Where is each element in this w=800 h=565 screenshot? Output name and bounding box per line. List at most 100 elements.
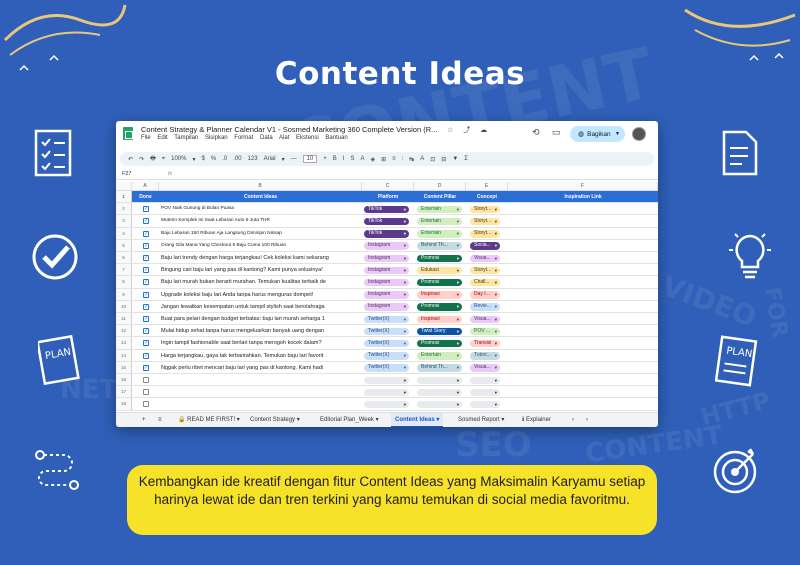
toolbar-right-item-11[interactable]: ⊡ <box>430 156 435 163</box>
concept-chip[interactable] <box>470 377 500 385</box>
toolbar-right-item-10[interactable]: A <box>420 156 424 162</box>
toolbar-item-2[interactable]: 🖶 <box>150 154 156 164</box>
done-checkbox[interactable]: ✓ <box>143 340 149 346</box>
platform-chip[interactable]: Instagram <box>364 242 409 250</box>
toolbar-right-item-8[interactable]: ⫶ <box>402 156 404 163</box>
done-checkbox[interactable]: ✓ <box>143 218 149 224</box>
toolbar-right-item-13[interactable]: ▼ <box>452 156 458 162</box>
concept-chip[interactable]: Tutori... <box>470 352 500 360</box>
platform-chip[interactable]: Twitter(X) <box>364 316 409 324</box>
content-pillar-chip[interactable] <box>417 389 462 397</box>
content-pillar-chip[interactable]: Promosi <box>417 340 462 348</box>
sheet-tab-4[interactable]: Editorial Plan_Week ▾ <box>316 413 383 427</box>
content-pillar-chip[interactable] <box>417 401 462 409</box>
platform-chip[interactable] <box>364 401 409 409</box>
history-icon[interactable]: ⟲ <box>532 127 540 138</box>
done-checkbox[interactable]: ✓ <box>143 328 149 334</box>
platform-chip[interactable]: TikTok <box>364 230 409 238</box>
toolbar-item-9[interactable]: .00 <box>233 156 241 162</box>
sheet-tab-2[interactable]: 🔒 READ ME FIRST! ▾ <box>174 413 244 427</box>
toolbar-item-13[interactable]: — <box>291 156 297 162</box>
content-idea-cell[interactable] <box>159 374 360 385</box>
menu-tools[interactable]: Alat <box>279 135 289 141</box>
content-idea-cell[interactable]: Nggak perlu ribet mencari baju lari yang… <box>159 362 360 373</box>
column-header-d[interactable]: D <box>414 182 466 191</box>
content-pillar-chip[interactable]: Behind Th... <box>417 242 462 250</box>
content-idea-cell[interactable]: Orang Gila Mana Yang Checkout 5 Baju Cum… <box>159 240 360 251</box>
toolbar-item-11[interactable]: Arial <box>264 156 276 162</box>
menu-help[interactable]: Bantuan <box>325 135 347 141</box>
done-checkbox[interactable]: ✓ <box>143 292 149 298</box>
concept-chip[interactable]: Visua... <box>470 255 500 263</box>
concept-chip[interactable] <box>470 401 500 409</box>
share-button[interactable]: ◍ Bagikan ▼ <box>570 126 625 142</box>
content-pillar-chip[interactable]: Promosi <box>417 303 462 311</box>
sheet-tab-7[interactable]: ℹ Explainer <box>518 413 555 427</box>
toolbar-right-item-3[interactable]: S <box>350 156 354 162</box>
toolbar-right-item-0[interactable]: + <box>323 156 327 162</box>
content-pillar-chip[interactable]: Promosi <box>417 255 462 263</box>
done-checkbox[interactable]: ✓ <box>143 255 149 261</box>
concept-chip[interactable]: Storyt... <box>470 218 500 226</box>
toolbar-right-item-2[interactable]: I <box>343 156 345 162</box>
concept-chip[interactable]: Visua... <box>470 364 500 372</box>
menu-extensions[interactable]: Ekstensi <box>296 135 319 141</box>
content-pillar-chip[interactable]: Edukasi <box>417 267 462 275</box>
column-header-c[interactable]: C <box>362 182 414 191</box>
done-checkbox[interactable] <box>143 377 149 383</box>
content-idea-cell[interactable]: Baju Lebaran 150 Ribuan Aja Langsung Dim… <box>159 228 360 239</box>
toolbar-item-0[interactable]: ↶ <box>128 156 133 163</box>
toolbar-item-4[interactable]: 100% <box>171 156 186 162</box>
done-checkbox[interactable]: ✓ <box>143 231 149 237</box>
toolbar-item-10[interactable]: 123 <box>248 156 258 162</box>
done-checkbox[interactable]: ✓ <box>143 279 149 285</box>
sheet-tab-6[interactable]: Sosmed Report ▾ <box>454 413 508 427</box>
sheet-tab-0[interactable]: + <box>138 413 150 427</box>
menu-data[interactable]: Data <box>260 135 273 141</box>
column-header-b[interactable]: B <box>159 182 362 191</box>
toolbar-item-6[interactable]: $ <box>202 156 205 162</box>
chevron-down-icon[interactable]: ▼ <box>615 131 620 137</box>
content-pillar-chip[interactable]: Inspirasi <box>417 316 462 324</box>
platform-chip[interactable]: Instagram <box>364 267 409 275</box>
toolbar-right-item-1[interactable]: B <box>333 156 337 162</box>
sheet-tab-5[interactable]: Content Ideas ▾ <box>391 413 443 427</box>
concept-chip[interactable]: Socia... <box>470 242 500 250</box>
platform-chip[interactable]: Twitter(X) <box>364 340 409 348</box>
concept-chip[interactable]: Visua... <box>470 316 500 324</box>
content-pillar-chip[interactable]: Entertain <box>417 230 462 238</box>
toolbar-item-3[interactable]: ⌖ <box>162 156 165 163</box>
toolbar-right-item-12[interactable]: ⊟ <box>441 156 446 163</box>
sheet-tab-1[interactable]: ≡ <box>154 413 166 427</box>
content-pillar-chip[interactable]: Promosi <box>417 279 462 287</box>
content-pillar-chip[interactable]: Inspirasi <box>417 291 462 299</box>
sheets-logo-icon[interactable] <box>123 127 133 140</box>
platform-chip[interactable]: Twitter(X) <box>364 328 409 336</box>
done-checkbox[interactable] <box>143 401 149 407</box>
content-idea-cell[interactable] <box>159 386 360 397</box>
content-idea-cell[interactable]: POV Naik Gunung di Bulan Puasa <box>159 203 360 214</box>
platform-chip[interactable]: Instagram <box>364 279 409 287</box>
sheet-tab-8[interactable]: ‹ <box>568 413 578 427</box>
sheet-tab-9[interactable]: › <box>582 413 592 427</box>
platform-chip[interactable]: Instagram <box>364 291 409 299</box>
platform-chip[interactable] <box>364 377 409 385</box>
toolbar-right-item-14[interactable]: Σ <box>464 156 468 162</box>
toolbar-item-7[interactable]: % <box>211 156 216 162</box>
avatar[interactable] <box>632 127 646 141</box>
column-header-a[interactable]: A <box>132 182 159 191</box>
platform-chip[interactable] <box>364 389 409 397</box>
content-pillar-chip[interactable] <box>417 377 462 385</box>
content-idea-cell[interactable]: Harga terjangkau, gaya tak terbantahkan.… <box>159 350 360 361</box>
concept-chip[interactable] <box>470 389 500 397</box>
column-header-f[interactable]: F <box>508 182 658 191</box>
done-checkbox[interactable] <box>143 389 149 395</box>
star-move-cloud-icons[interactable]: ☆ ⤴ ☁ <box>447 125 491 135</box>
comment-icon[interactable]: ▭ <box>552 127 561 138</box>
content-pillar-chip[interactable]: Behind Th... <box>417 364 462 372</box>
done-checkbox[interactable]: ✓ <box>143 365 149 371</box>
content-idea-cell[interactable]: Buat para pelari dengan budget terbatas:… <box>159 313 360 324</box>
done-checkbox[interactable]: ✓ <box>143 353 149 359</box>
toolbar-right-item-7[interactable]: ≡ <box>392 156 396 162</box>
toolbar-item-8[interactable]: .0 <box>222 156 227 162</box>
